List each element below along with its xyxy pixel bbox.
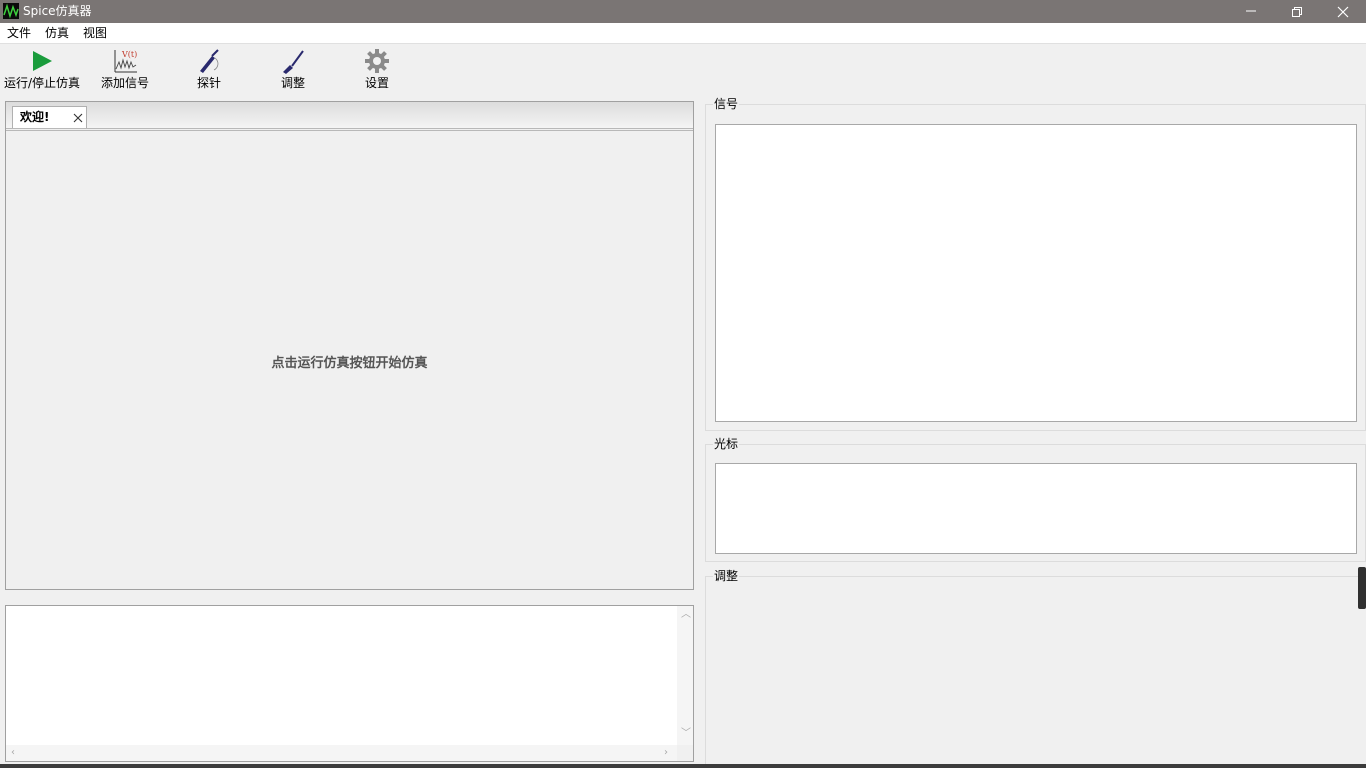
scrollbar-corner: [677, 745, 693, 761]
cursors-title: 光标: [713, 437, 740, 451]
settings-label: 设置: [364, 76, 389, 90]
settings-button[interactable]: 设置: [355, 44, 399, 96]
cursors-list[interactable]: [715, 463, 1357, 554]
menu-simulation[interactable]: 仿真: [44, 25, 70, 41]
add-signal-button[interactable]: V(t) 添加信号: [98, 44, 152, 96]
probe-icon: [200, 49, 219, 73]
tab-strip: 欢迎!: [6, 102, 693, 129]
minimize-icon: [1246, 10, 1256, 12]
restore-button[interactable]: [1274, 0, 1320, 23]
cursors-group: 光标: [705, 437, 1366, 562]
tab-welcome[interactable]: 欢迎!: [12, 106, 87, 128]
tab-welcome-label: 欢迎!: [20, 110, 50, 124]
welcome-hint: 点击运行仿真按钮开始仿真: [271, 356, 428, 371]
add-signal-icon: V(t): [114, 50, 137, 73]
play-icon: [33, 51, 52, 71]
signals-title: 信号: [713, 97, 740, 111]
scroll-down-icon[interactable]: ﹀: [681, 729, 691, 739]
toolbar: 运行/停止仿真 V(t) 添加信号 探针 调整 设置: [0, 44, 1366, 96]
scroll-right-icon[interactable]: ›: [664, 748, 668, 758]
gear-icon: [365, 49, 389, 73]
svg-text:V(t): V(t): [121, 50, 137, 59]
app-waveform-icon: [3, 3, 19, 19]
bottom-edge: [0, 764, 1366, 768]
scroll-up-icon[interactable]: ︿: [681, 610, 691, 620]
tune-title: 调整: [713, 569, 740, 583]
tune-group: 调整: [705, 569, 1366, 768]
probe-button[interactable]: 探针: [187, 44, 231, 96]
restore-icon: [1292, 7, 1302, 17]
horizontal-scrollbar[interactable]: ‹ ›: [6, 745, 677, 761]
menu-bar: 文件 仿真 视图: [0, 23, 1366, 44]
run-stop-label: 运行/停止仿真: [3, 76, 81, 90]
vertical-scrollbar[interactable]: ︿ ﹀: [677, 606, 693, 745]
signals-list[interactable]: [715, 124, 1357, 422]
menu-view[interactable]: 视图: [82, 25, 108, 41]
probe-label: 探针: [196, 76, 221, 90]
close-tab-icon[interactable]: [72, 112, 84, 124]
window-title: Spice仿真器: [23, 4, 92, 18]
signals-group: 信号: [705, 97, 1366, 431]
run-stop-button[interactable]: 运行/停止仿真: [2, 44, 82, 96]
output-console[interactable]: ︿ ﹀ ‹ ›: [5, 605, 694, 762]
edge-handle[interactable]: [1358, 567, 1366, 609]
title-bar: Spice仿真器: [0, 0, 1366, 23]
close-button[interactable]: [1320, 0, 1366, 23]
document-tab-pane: 欢迎! 点击运行仿真按钮开始仿真: [5, 101, 694, 590]
tune-label: 调整: [280, 76, 305, 90]
scroll-left-icon[interactable]: ‹: [11, 748, 15, 758]
close-icon: [1337, 6, 1349, 18]
menu-file[interactable]: 文件: [6, 25, 32, 41]
add-signal-label: 添加信号: [100, 76, 149, 90]
screwdriver-icon: [283, 50, 304, 74]
tab-divider: [6, 130, 693, 131]
tune-button[interactable]: 调整: [271, 44, 315, 96]
minimize-button[interactable]: [1228, 0, 1274, 23]
